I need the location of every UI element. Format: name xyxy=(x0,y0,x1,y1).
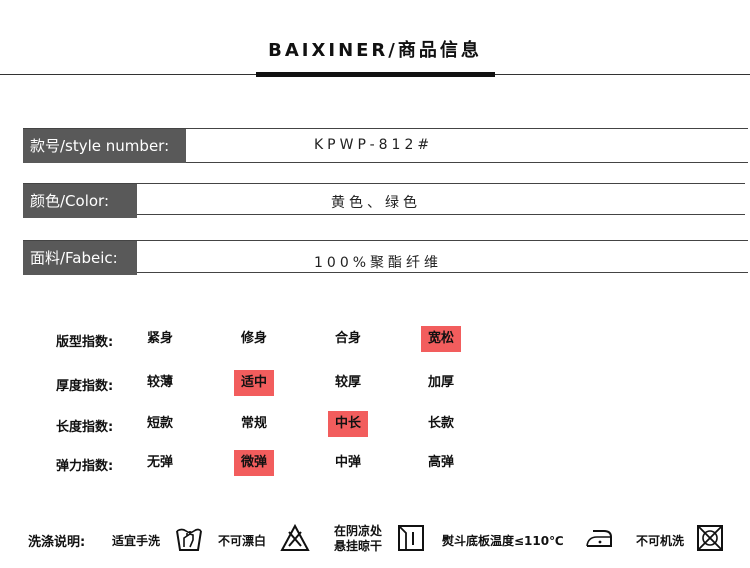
thickness-index-label: 厚度指数: xyxy=(56,379,114,394)
thickness-option-thin: 较薄 xyxy=(147,375,174,390)
color-value: 黄色、绿色 xyxy=(331,195,421,211)
length-option-midi: 中长 xyxy=(328,411,369,437)
iron-low-temp-icon xyxy=(584,523,614,553)
hand-wash-icon xyxy=(174,523,204,553)
thickness-option-extra-thick: 加厚 xyxy=(428,375,455,390)
fabric-row-bottom-line xyxy=(137,272,748,273)
stretch-option-none: 无弹 xyxy=(147,455,174,470)
length-option-short: 短款 xyxy=(147,416,174,431)
fit-option-regular: 合身 xyxy=(335,331,362,346)
thickness-option-medium: 适中 xyxy=(234,370,275,396)
header-underline xyxy=(256,72,495,77)
fabric-label: 面料/Fabeic: xyxy=(23,241,137,275)
fit-index-label: 版型指数: xyxy=(56,335,114,350)
color-row-top-line xyxy=(23,183,745,184)
care-iron-label: 熨斗底板温度≤110℃ xyxy=(442,534,564,548)
thickness-option-thick: 较厚 xyxy=(335,375,362,390)
care-shade-dry-line1: 在阴凉处 xyxy=(334,524,383,538)
length-option-regular: 常规 xyxy=(241,416,268,431)
length-index-label: 长度指数: xyxy=(56,420,114,435)
care-shade-dry-label: 在阴凉处 悬挂晾干 xyxy=(334,524,382,554)
fit-option-loose: 宽松 xyxy=(421,326,462,352)
stretch-option-medium: 中弹 xyxy=(335,455,362,470)
care-hand-wash-label: 适宜手洗 xyxy=(112,534,161,548)
fabric-row-top-line xyxy=(23,240,748,241)
stretch-index-label: 弹力指数: xyxy=(56,459,114,474)
stretch-option-high: 高弹 xyxy=(428,455,455,470)
stretch-option-slight: 微弹 xyxy=(234,450,275,476)
length-option-long: 长款 xyxy=(428,416,455,431)
style-row-bottom-line xyxy=(186,162,748,163)
shade-line-dry-icon xyxy=(396,523,426,553)
page-title: BAIXINER/商品信息 xyxy=(268,40,482,61)
color-row-bottom-line xyxy=(137,214,745,215)
care-title: 洗涤说明: xyxy=(28,535,86,550)
care-shade-dry-line2: 悬挂晾干 xyxy=(334,539,383,553)
fit-option-slim: 修身 xyxy=(241,331,268,346)
color-label: 颜色/Color: xyxy=(23,184,137,218)
fit-option-skinny: 紧身 xyxy=(147,331,174,346)
care-no-bleach-label: 不可漂白 xyxy=(218,534,267,548)
no-bleach-icon xyxy=(280,523,310,553)
style-number-value: KPWP-812# xyxy=(314,137,434,153)
no-machine-wash-icon xyxy=(695,523,725,553)
care-no-machine-wash-label: 不可机洗 xyxy=(636,534,685,548)
style-number-label: 款号/style number: xyxy=(23,129,186,163)
style-row-top-line xyxy=(23,128,748,129)
fabric-value: 100%聚酯纤维 xyxy=(314,255,443,271)
